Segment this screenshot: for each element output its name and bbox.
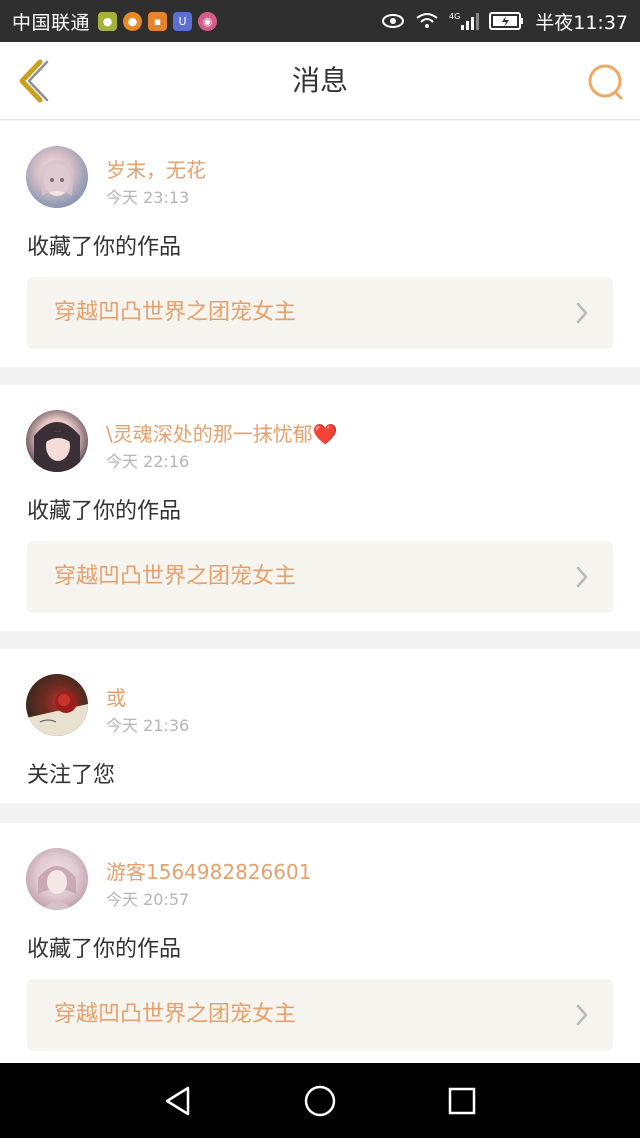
recents-square-icon (448, 1087, 476, 1115)
nav-back-button[interactable] (160, 1083, 196, 1119)
taobao-icon: ▪ (148, 11, 168, 31)
weibo-icon: ● (123, 11, 143, 31)
app-screen: 中国联通 ● ● ▪ U ◉ 4G 半夜11:37 消息 岁末，无花 今天 23… (0, 0, 640, 1138)
action-text: 关注了您 (27, 763, 116, 788)
eye-icon (381, 12, 405, 30)
username[interactable]: 或 (106, 682, 126, 711)
top-app-bar: 消息 (0, 42, 640, 120)
search-button[interactable] (586, 62, 626, 102)
avatar-image (34, 422, 80, 472)
work-title: 穿越凹凸世界之团宠女主 (54, 300, 297, 325)
avatar-image (40, 160, 74, 196)
signal-icon: 4G (449, 11, 480, 31)
work-link[interactable]: 穿越凹凸世界之团宠女主 (27, 277, 613, 349)
search-icon (588, 64, 623, 100)
timestamp: 今天 23:13 (106, 188, 190, 207)
clock-label: 半夜11:37 (535, 11, 628, 34)
uc-icon: U (173, 11, 193, 31)
username[interactable]: \灵魂深处的那一抹忧郁❤️ (106, 418, 338, 447)
carrier-label: 中国联通 (12, 11, 91, 34)
avatar[interactable] (26, 674, 88, 736)
chevron-right-icon (576, 1004, 588, 1026)
wechat-icon: ● (98, 11, 118, 31)
message-card: 或 今天 21:36 关注了您 (0, 649, 640, 803)
nav-recents-button[interactable] (444, 1083, 480, 1119)
avatar[interactable] (26, 410, 88, 472)
username[interactable]: 岁末，无花 (106, 154, 206, 183)
notification-icons: ● ● ▪ U ◉ (98, 11, 218, 31)
nav-home-button[interactable] (302, 1083, 338, 1119)
chevron-right-icon (576, 566, 588, 588)
work-title: 穿越凹凸世界之团宠女主 (54, 1002, 297, 1027)
wifi-icon (415, 12, 439, 30)
message-card: \灵魂深处的那一抹忧郁❤️ 今天 22:16 收藏了你的作品 穿越凹凸世界之团宠… (0, 385, 640, 631)
timestamp: 今天 22:16 (106, 452, 190, 471)
username[interactable]: 游客1564982826601 (106, 856, 311, 885)
work-link[interactable]: 穿越凹凸世界之团宠女主 (27, 541, 613, 613)
action-text: 收藏了你的作品 (27, 937, 182, 962)
message-card: 岁末，无花 今天 23:13 收藏了你的作品 穿越凹凸世界之团宠女主 (0, 121, 640, 367)
system-nav-bar (0, 1063, 640, 1138)
avatar[interactable] (26, 848, 88, 910)
browser-icon: ◉ (198, 11, 218, 31)
action-text: 收藏了你的作品 (27, 235, 182, 260)
page-title: 消息 (291, 64, 348, 97)
home-circle-icon (304, 1085, 336, 1117)
timestamp: 今天 21:36 (106, 716, 190, 735)
avatar-image (26, 691, 88, 736)
avatar[interactable] (26, 146, 88, 208)
status-bar: 中国联通 ● ● ▪ U ◉ 4G 半夜11:37 (0, 0, 640, 42)
message-card: 游客1564982826601 今天 20:57 收藏了你的作品 穿越凹凸世界之… (0, 823, 640, 1063)
action-text: 收藏了你的作品 (27, 499, 182, 524)
battery-icon (489, 12, 525, 30)
network-type-label: 4G (449, 12, 460, 21)
chevron-right-icon (576, 302, 588, 324)
work-title: 穿越凹凸世界之团宠女主 (54, 564, 297, 589)
avatar-image (38, 866, 76, 910)
work-link[interactable]: 穿越凹凸世界之团宠女主 (27, 979, 613, 1051)
back-triangle-icon (165, 1086, 190, 1116)
timestamp: 今天 20:57 (106, 890, 190, 909)
